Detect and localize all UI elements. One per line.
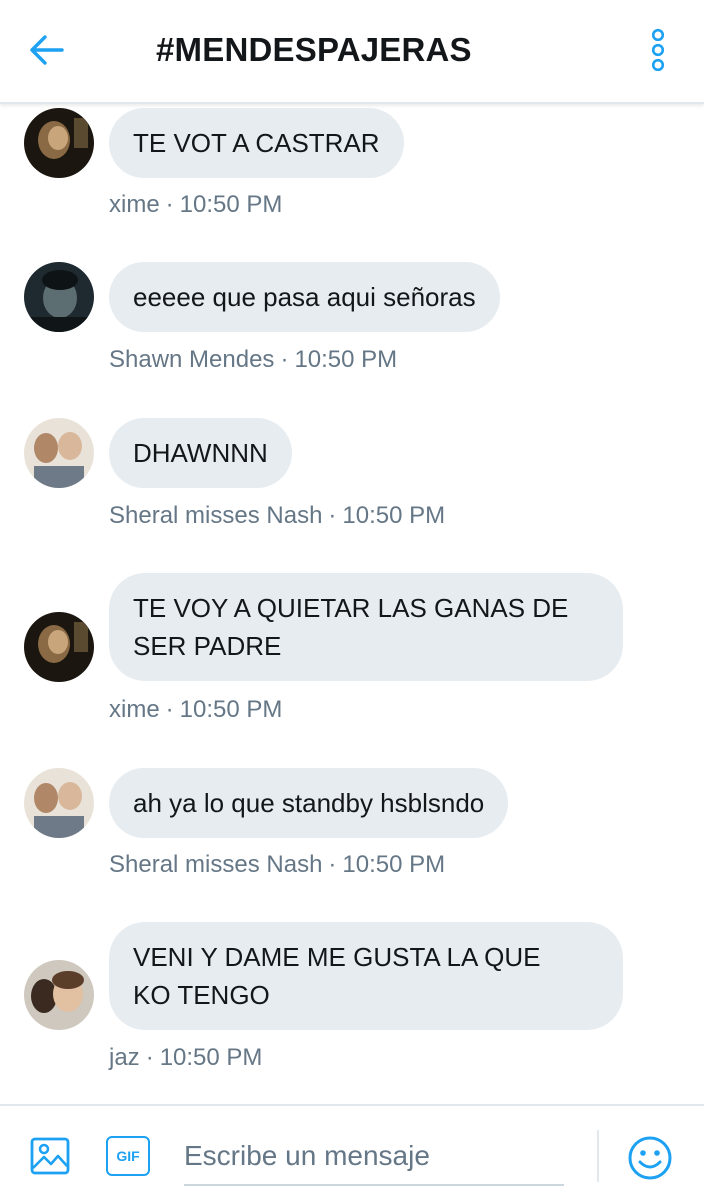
avatar-image	[24, 960, 94, 1030]
message-text-line: SER PADRE	[133, 631, 282, 661]
back-button[interactable]	[22, 28, 72, 72]
message-time: 10:50 PM	[342, 851, 446, 878]
avatar-image	[24, 108, 94, 178]
message-time: 10:50 PM	[179, 696, 283, 723]
message-bubble[interactable]: DHAWNNN	[109, 418, 292, 488]
page-title: #MENDESPAJERAS	[156, 31, 472, 68]
emoji-button[interactable]	[626, 1134, 674, 1182]
avatar-image	[24, 768, 94, 838]
message-author: Sheral misses Nash	[109, 851, 323, 878]
avatar[interactable]	[24, 768, 94, 838]
message-time: 10:50 PM	[179, 191, 283, 218]
arrow-left-icon	[30, 35, 64, 65]
avatar[interactable]	[24, 108, 94, 178]
avatar-image	[24, 418, 94, 488]
message-meta: Sheral misses Nash · 10:50 PM	[109, 851, 446, 878]
avatar[interactable]	[24, 262, 94, 332]
avatar[interactable]	[24, 612, 94, 682]
message-bubble[interactable]: TE VOY A QUIETAR LAS GANAS DE SER PADRE	[109, 573, 623, 681]
message-text: eeeee que pasa aqui señoras	[133, 282, 476, 312]
emoji-icon	[628, 1136, 672, 1180]
message-text-line: VENI Y DAME ME GUSTA LA QUE	[133, 942, 541, 972]
message-bubble[interactable]: ah ya lo que standby hsblsndo	[109, 768, 509, 838]
message-list[interactable]: TE VOT A CASTRAR xime · 10:50 PM eeeee que…	[0, 0, 704, 1104]
dm-conversation-screen: TE VOT A CASTRAR xime · 10:50 PM eeeee que…	[0, 0, 704, 1200]
message-text: ah ya lo que standby hsblsndo	[133, 788, 485, 818]
message-bubble[interactable]: VENI Y DAME ME GUSTA LA QUE KO TENGO	[109, 922, 623, 1030]
avatar[interactable]	[24, 418, 94, 488]
gif-button[interactable]: GIF	[106, 1136, 150, 1176]
divider	[597, 1130, 599, 1182]
message-meta: jaz · 10:50 PM	[109, 1044, 263, 1071]
message-meta: xime · 10:50 PM	[109, 696, 283, 723]
message-text-line: TE VOY A QUIETAR LAS GANAS DE	[133, 593, 569, 623]
vertical-dots-icon	[651, 28, 665, 72]
message-author: xime	[109, 191, 160, 218]
image-icon	[30, 1137, 70, 1175]
message-time: 10:50 PM	[294, 346, 398, 373]
message-meta: xime · 10:50 PM	[109, 191, 283, 218]
message-meta: Sheral misses Nash · 10:50 PM	[109, 502, 446, 529]
message-bubble[interactable]: eeeee que pasa aqui señoras	[109, 262, 500, 332]
top-app-bar: #MENDESPAJERAS	[0, 0, 704, 104]
avatar[interactable]	[24, 960, 94, 1030]
message-author: Sheral misses Nash	[109, 502, 323, 529]
avatar-image	[24, 612, 94, 682]
more-options-button[interactable]	[640, 26, 676, 74]
message-author: Shawn Mendes	[109, 346, 275, 373]
message-text-line: KO TENGO	[133, 980, 270, 1010]
message-author: xime	[109, 696, 160, 723]
avatar-image	[24, 262, 94, 332]
message-composer: GIF	[0, 1104, 704, 1200]
message-text: TE VOT A CASTRAR	[133, 128, 380, 158]
message-time: 10:50 PM	[159, 1044, 263, 1071]
add-image-button[interactable]	[28, 1134, 72, 1178]
message-bubble[interactable]: TE VOT A CASTRAR	[109, 108, 404, 178]
message-text: DHAWNNN	[133, 438, 268, 468]
message-input[interactable]	[184, 1128, 564, 1186]
message-time: 10:50 PM	[342, 502, 446, 529]
message-author: jaz	[109, 1044, 140, 1071]
message-meta: Shawn Mendes · 10:50 PM	[109, 346, 398, 373]
